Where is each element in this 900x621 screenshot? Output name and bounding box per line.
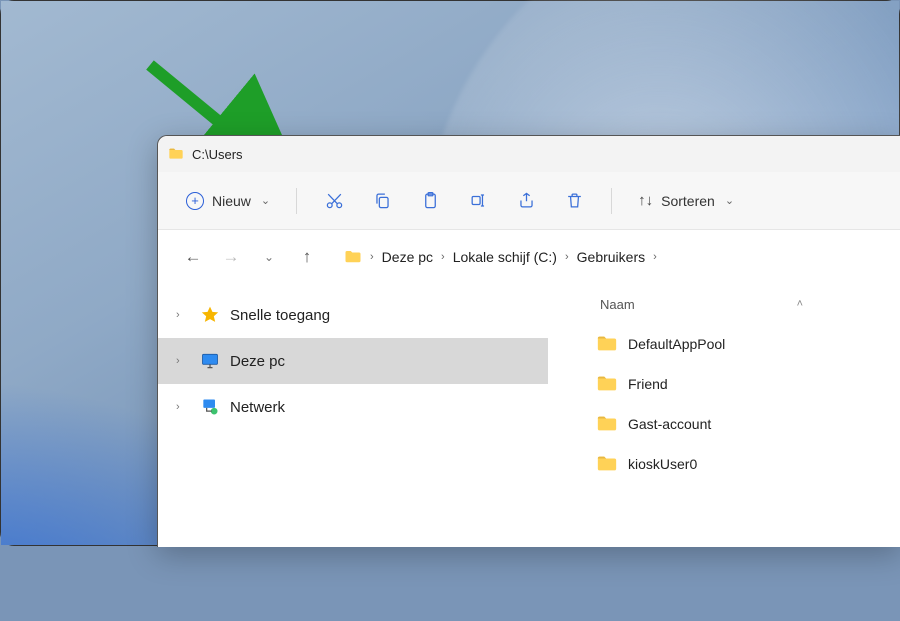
plus-icon: + (186, 192, 204, 210)
folder-icon (596, 453, 618, 475)
recent-button[interactable]: ⌄ (252, 240, 286, 274)
sort-indicator-icon: ˄ (797, 298, 803, 310)
window-title: C:\Users (192, 147, 243, 162)
breadcrumb-item[interactable]: Deze pc (382, 249, 433, 265)
file-list: Naam ˄ DefaultAppPool Friend Gast-account k… (548, 284, 900, 547)
chevron-down-icon: ⌄ (725, 194, 734, 207)
chevron-right-icon: › (176, 309, 190, 321)
new-label: Nieuw (212, 193, 251, 209)
sort-button[interactable]: ↑↓ Sorteren ⌄ (628, 186, 744, 215)
chevron-right-icon: › (370, 251, 374, 263)
toolbar-divider (296, 188, 297, 214)
navigation-bar: ← → ⌄ ↑ › Deze pc › Lokale schijf (C:) ›… (158, 230, 900, 284)
navigation-pane: › Snelle toegang › Deze pc › Netwerk (158, 284, 548, 547)
chevron-right-icon: › (176, 355, 190, 367)
new-button[interactable]: + Nieuw ⌄ (176, 186, 280, 216)
chevron-down-icon: ⌄ (261, 194, 270, 207)
folder-icon (344, 248, 362, 266)
forward-button[interactable]: → (214, 240, 248, 274)
network-icon (200, 397, 220, 417)
paste-button[interactable] (409, 180, 451, 222)
titlebar[interactable]: C:\Users (158, 136, 900, 172)
sidebar-item-label: Netwerk (230, 399, 285, 416)
breadcrumb-item[interactable]: Lokale schijf (C:) (453, 249, 557, 265)
folder-row[interactable]: Gast-account (566, 404, 883, 444)
folder-icon (596, 373, 618, 395)
folder-icon (596, 333, 618, 355)
content-area: › Snelle toegang › Deze pc › Netwerk Naam ˄ D… (158, 284, 900, 547)
rename-button[interactable] (457, 180, 499, 222)
file-explorer-window: C:\Users + Nieuw ⌄ ↑↓ Sorteren ⌄ ← → ⌄ ↑ (157, 135, 900, 547)
folder-name: DefaultAppPool (628, 336, 725, 352)
up-button[interactable]: ↑ (290, 240, 324, 274)
chevron-right-icon: › (441, 251, 445, 263)
command-toolbar: + Nieuw ⌄ ↑↓ Sorteren ⌄ (158, 172, 900, 230)
sidebar-item-deze-pc[interactable]: › Deze pc (158, 338, 548, 384)
delete-button[interactable] (553, 180, 595, 222)
sidebar-item-netwerk[interactable]: › Netwerk (158, 384, 548, 430)
breadcrumb[interactable]: › Deze pc › Lokale schijf (C:) › Gebruik… (344, 248, 657, 266)
column-name[interactable]: Naam (600, 297, 797, 312)
folder-name: Friend (628, 376, 668, 392)
folder-name: kioskUser0 (628, 456, 697, 472)
monitor-icon (200, 351, 220, 371)
folder-name: Gast-account (628, 416, 711, 432)
sidebar-item-label: Snelle toegang (230, 307, 330, 324)
sort-label: Sorteren (661, 193, 715, 209)
folder-row[interactable]: DefaultAppPool (566, 324, 883, 364)
toolbar-divider (611, 188, 612, 214)
cut-button[interactable] (313, 180, 355, 222)
sort-icon: ↑↓ (638, 192, 653, 209)
chevron-right-icon: › (176, 401, 190, 413)
chevron-right-icon: › (653, 251, 657, 263)
back-button[interactable]: ← (176, 240, 210, 274)
breadcrumb-item[interactable]: Gebruikers (577, 249, 645, 265)
chevron-right-icon: › (565, 251, 569, 263)
share-button[interactable] (505, 180, 547, 222)
folder-row[interactable]: kioskUser0 (566, 444, 883, 484)
folder-icon (168, 146, 184, 162)
folder-icon (596, 413, 618, 435)
sidebar-item-snelle-toegang[interactable]: › Snelle toegang (158, 292, 548, 338)
sidebar-item-label: Deze pc (230, 353, 285, 370)
star-icon (200, 305, 220, 325)
copy-button[interactable] (361, 180, 403, 222)
folder-row[interactable]: Friend (566, 364, 883, 404)
column-header-row[interactable]: Naam ˄ (566, 284, 883, 324)
